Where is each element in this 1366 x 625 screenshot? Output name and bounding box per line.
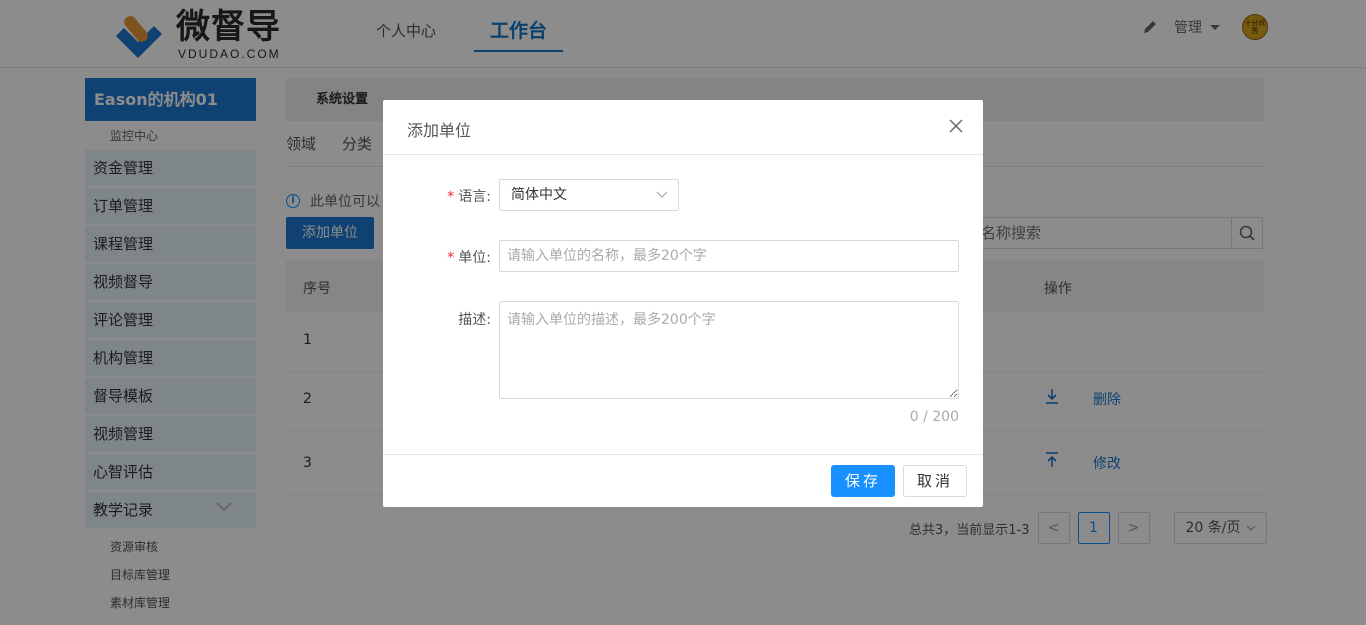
close-icon[interactable] [949,119,963,133]
char-counter: 0 / 200 [909,409,959,425]
required-mark: * [447,189,455,205]
save-button[interactable]: 保存 [831,465,895,497]
unit-name-input[interactable] [499,240,959,272]
add-unit-dialog: 添加单位 *语言: 简体中文 *单位: 描述: 0 / 200 保存 取消 [383,100,983,507]
dialog-header: 添加单位 [383,100,983,155]
description-label: 描述: [458,312,491,328]
description-textarea[interactable] [499,301,959,399]
unit-label: * 单位: [447,250,491,266]
cancel-button[interactable]: 取消 [903,465,967,497]
dialog-title: 添加单位 [407,121,472,140]
dialog-footer: 保存 取消 [383,454,983,507]
language-select[interactable]: 简体中文 [499,179,679,211]
language-value: 简体中文 [511,187,567,203]
chevron-down-icon [656,191,668,198]
required-mark: * [447,250,455,266]
language-label: * 语言: [447,189,491,205]
